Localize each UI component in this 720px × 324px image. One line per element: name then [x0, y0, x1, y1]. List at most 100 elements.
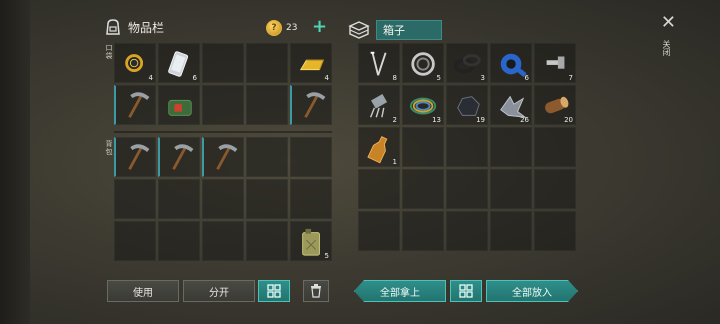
empty-slot[interactable] [490, 169, 532, 209]
pocket-label: 口袋 [105, 44, 113, 60]
empty-slot[interactable] [246, 85, 288, 125]
empty-slot[interactable] [246, 179, 288, 219]
empty-slot[interactable] [246, 137, 288, 177]
empty-slot[interactable] [446, 169, 488, 209]
put-all-button[interactable]: 全部放入 [486, 280, 578, 302]
rubber-rings-icon [453, 54, 481, 74]
grid-sort-icon [267, 284, 281, 298]
slot-log[interactable]: 20 [534, 85, 576, 125]
empty-slot[interactable] [114, 179, 156, 219]
gold-watch-icon [125, 54, 144, 72]
slot-pickaxe[interactable] [114, 137, 156, 177]
slot-pickaxe[interactable] [158, 137, 200, 177]
empty-slot[interactable] [246, 221, 288, 261]
backpack-label: 背包 [105, 140, 113, 156]
empty-slot[interactable] [202, 85, 244, 125]
gold-bar-icon [299, 59, 324, 71]
slot-pickaxe[interactable] [290, 85, 332, 125]
empty-slot[interactable] [446, 127, 488, 167]
slot-pickaxe[interactable] [202, 137, 244, 177]
empty-slot[interactable] [534, 127, 576, 167]
bearing-icon [411, 52, 435, 76]
slot-rubber-rings[interactable]: 3 [446, 43, 488, 83]
grid-sort-icon [459, 284, 473, 298]
slot-gold-watch[interactable]: 4 [114, 43, 156, 83]
split-button[interactable]: 分开 [183, 280, 255, 302]
use-button[interactable]: 使用 [107, 280, 179, 302]
empty-slot[interactable] [290, 137, 332, 177]
empty-slot[interactable] [446, 211, 488, 251]
add-coins-button[interactable]: + [312, 16, 327, 37]
slot-wire-coil[interactable]: 13 [402, 85, 444, 125]
empty-slot[interactable] [358, 211, 400, 251]
empty-slot[interactable] [246, 43, 288, 83]
close-label[interactable]: 关闭 [661, 40, 672, 56]
coin-count: 23 [286, 23, 298, 33]
smartphone-icon [168, 51, 189, 77]
empty-slot[interactable] [490, 211, 532, 251]
close-icon[interactable]: ✕ [661, 12, 676, 33]
pocket-grid: 4 6 4 [114, 43, 332, 125]
backpack-grid: 5 [114, 137, 332, 261]
trash-icon [311, 284, 321, 298]
box-header: 箱子 [348, 20, 442, 40]
pickaxe-icon [128, 144, 150, 170]
slot-bottle[interactable]: 1 [358, 127, 400, 167]
item-count: 5 [324, 252, 329, 260]
coin-display: ? 23 [266, 20, 297, 36]
box-title: 箱子 [376, 20, 442, 40]
item-count: 19 [476, 116, 485, 124]
trash-button[interactable] [303, 280, 329, 302]
empty-slot[interactable] [402, 127, 444, 167]
empty-slot[interactable] [158, 179, 200, 219]
slot-blue-tape[interactable]: 6 [490, 43, 532, 83]
empty-slot[interactable] [402, 169, 444, 209]
item-count: 26 [520, 116, 529, 124]
item-count: 6 [524, 74, 529, 82]
blue-tape-icon [500, 53, 527, 78]
screen-edge [0, 0, 30, 324]
pickaxe-icon [216, 144, 238, 170]
slot-gold-bar[interactable]: 4 [290, 43, 332, 83]
empty-slot[interactable] [158, 221, 200, 261]
slot-bolt[interactable]: 7 [534, 43, 576, 83]
item-count: 5 [436, 74, 441, 82]
inventory-header: 物品栏 [104, 18, 164, 36]
empty-slot[interactable] [534, 211, 576, 251]
item-count: 7 [568, 74, 573, 82]
item-count: 20 [564, 116, 573, 124]
empty-slot[interactable] [114, 221, 156, 261]
sort-inventory-button[interactable] [258, 280, 290, 302]
box-icon [348, 21, 370, 39]
slot-smartphone[interactable]: 6 [158, 43, 200, 83]
sort-box-button[interactable] [450, 280, 482, 302]
bolt-icon [546, 56, 565, 69]
nails-icon [370, 51, 387, 76]
empty-slot[interactable] [202, 221, 244, 261]
item-count: 4 [324, 74, 329, 82]
empty-slot[interactable] [290, 179, 332, 219]
empty-slot[interactable] [490, 127, 532, 167]
empty-slot[interactable] [202, 179, 244, 219]
slot-green-bag[interactable] [158, 85, 200, 125]
pickaxe-icon [128, 92, 150, 118]
slot-bearing[interactable]: 5 [402, 43, 444, 83]
green-bag-icon [168, 99, 192, 116]
slot-nails[interactable]: 8 [358, 43, 400, 83]
jerrycan-icon [302, 228, 320, 256]
slot-pickaxe[interactable] [114, 85, 156, 125]
slot-scrap-metal[interactable]: 26 [490, 85, 532, 125]
take-all-button[interactable]: 全部拿上 [354, 280, 446, 302]
empty-slot[interactable] [402, 211, 444, 251]
slot-coal[interactable]: 19 [446, 85, 488, 125]
empty-slot[interactable] [358, 169, 400, 209]
bottle-icon [367, 136, 388, 164]
empty-slot[interactable] [534, 169, 576, 209]
coin-icon: ? [266, 20, 282, 36]
slot-electronic-part[interactable]: 2 [358, 85, 400, 125]
pickaxe-icon [172, 144, 194, 170]
empty-slot[interactable] [202, 43, 244, 83]
pickaxe-icon [304, 92, 326, 118]
slot-jerrycan[interactable]: 5 [290, 221, 332, 261]
item-count: 8 [392, 74, 397, 82]
